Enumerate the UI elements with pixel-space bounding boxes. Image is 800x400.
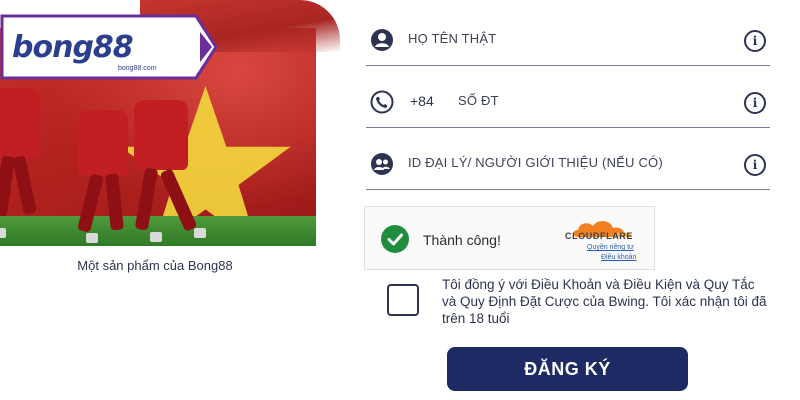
agreement-checkbox[interactable] [387, 284, 419, 316]
player-figure [0, 68, 52, 246]
cloudflare-captcha[interactable]: Thành công! CLOUDFLARE Quyền riêng tư Đi… [364, 206, 655, 270]
phone-icon [370, 90, 394, 114]
promo-caption: Một sản phẩm của Bong88 [77, 258, 233, 273]
info-icon[interactable]: i [744, 154, 766, 176]
info-icon[interactable]: i [744, 92, 766, 114]
logo-wordmark: bong88 [12, 30, 134, 65]
terms-link[interactable]: Điều khoản [601, 254, 636, 261]
cloudflare-wordmark: CLOUDFLARE [565, 231, 633, 241]
success-check-icon [381, 225, 409, 253]
full-name-placeholder: HỌ TÊN THẬT [408, 31, 497, 46]
referral-id-field[interactable]: ID ĐẠI LÝ/ NGƯỜI GIỚI THIỆU (NẾU CÓ) i [366, 138, 770, 190]
info-icon[interactable]: i [744, 30, 766, 52]
register-button[interactable]: ĐĂNG KÝ [447, 347, 688, 391]
privacy-link[interactable]: Quyền riêng tư [587, 244, 634, 251]
referral-placeholder: ID ĐẠI LÝ/ NGƯỜI GIỚI THIỆU (NẾU CÓ) [408, 155, 663, 170]
user-icon [371, 29, 393, 51]
captcha-status: Thành công! [423, 232, 501, 248]
full-name-field[interactable]: HỌ TÊN THẬT i [366, 14, 770, 66]
bong88-logo: bong88 bong88.com [0, 14, 218, 80]
logo-subtext: bong88.com [118, 65, 157, 72]
referral-icon [371, 153, 393, 175]
country-code: +84 [410, 93, 434, 109]
player-figure [128, 64, 208, 246]
agreement-text: Tôi đồng ý với Điều Khoản và Điều Kiện v… [442, 277, 767, 326]
phone-placeholder: SỐ ĐT [458, 93, 499, 108]
phone-field[interactable]: +84 SỐ ĐT i [366, 76, 770, 128]
